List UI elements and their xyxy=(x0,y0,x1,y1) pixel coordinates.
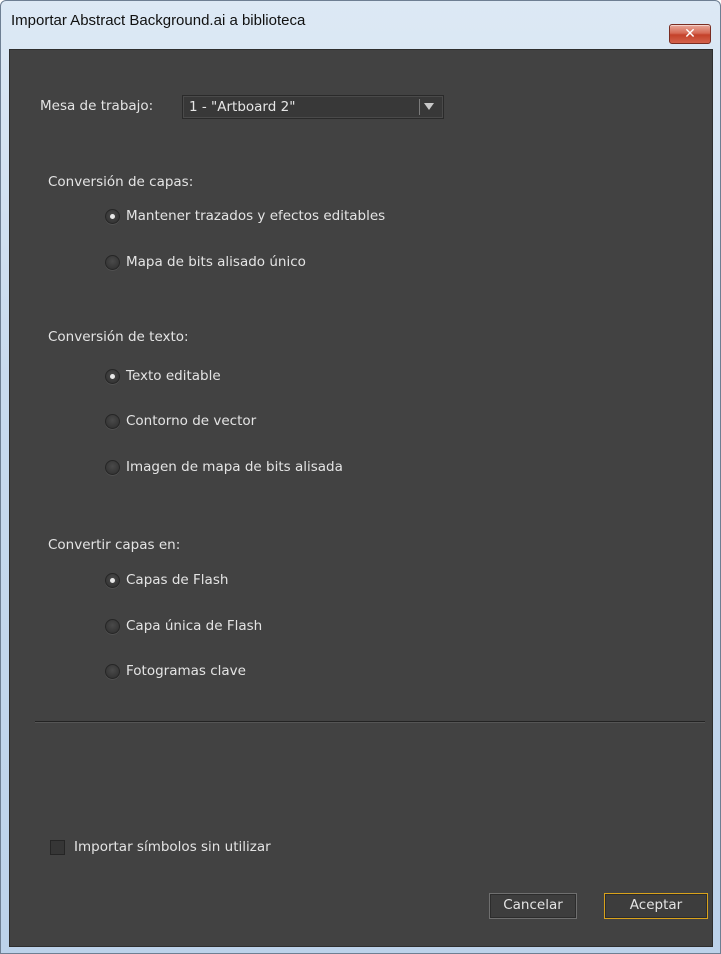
artboard-label: Mesa de trabajo: xyxy=(40,98,154,114)
radio-button[interactable] xyxy=(105,255,120,270)
radio-label: Fotogramas clave xyxy=(126,663,246,679)
title-bar[interactable]: Importar Abstract Background.ai a biblio… xyxy=(1,1,720,44)
chevron-down-icon[interactable] xyxy=(424,103,434,110)
dropdown-separator xyxy=(419,99,420,115)
radio-button[interactable] xyxy=(105,619,120,634)
radio-label: Capas de Flash xyxy=(126,572,229,588)
section-divider xyxy=(35,721,705,722)
radio-button[interactable] xyxy=(105,664,120,679)
ok-button[interactable]: Aceptar xyxy=(604,893,708,919)
cancel-button[interactable]: Cancelar xyxy=(489,893,577,919)
radio-label: Capa única de Flash xyxy=(126,618,263,634)
radio-button[interactable] xyxy=(105,460,120,475)
window-title: Importar Abstract Background.ai a biblio… xyxy=(11,12,306,29)
radio-label: Mantener trazados y efectos editables xyxy=(126,208,386,224)
close-icon: ✕ xyxy=(684,26,696,42)
radio-button[interactable] xyxy=(105,573,120,588)
convert-layers-heading: Convertir capas en: xyxy=(48,537,181,553)
import-unused-symbols-checkbox[interactable] xyxy=(50,840,65,855)
import-unused-symbols-label: Importar símbolos sin utilizar xyxy=(74,839,271,855)
radio-label: Texto editable xyxy=(126,368,221,384)
radio-label: Mapa de bits alisado único xyxy=(126,254,306,270)
text-conversion-heading: Conversión de texto: xyxy=(48,329,189,345)
radio-button[interactable] xyxy=(105,209,120,224)
artboard-select-value: 1 - "Artboard 2" xyxy=(189,99,296,115)
layer-conversion-heading: Conversión de capas: xyxy=(48,174,194,190)
radio-label: Imagen de mapa de bits alisada xyxy=(126,459,343,475)
radio-button[interactable] xyxy=(105,414,120,429)
radio-label: Contorno de vector xyxy=(126,413,257,429)
artboard-select[interactable]: 1 - "Artboard 2" xyxy=(182,95,444,119)
radio-button[interactable] xyxy=(105,369,120,384)
import-dialog-window: Importar Abstract Background.ai a biblio… xyxy=(0,0,721,954)
close-button[interactable]: ✕ xyxy=(669,24,711,44)
dialog-body: Mesa de trabajo: 1 - "Artboard 2" Conver… xyxy=(9,49,713,947)
